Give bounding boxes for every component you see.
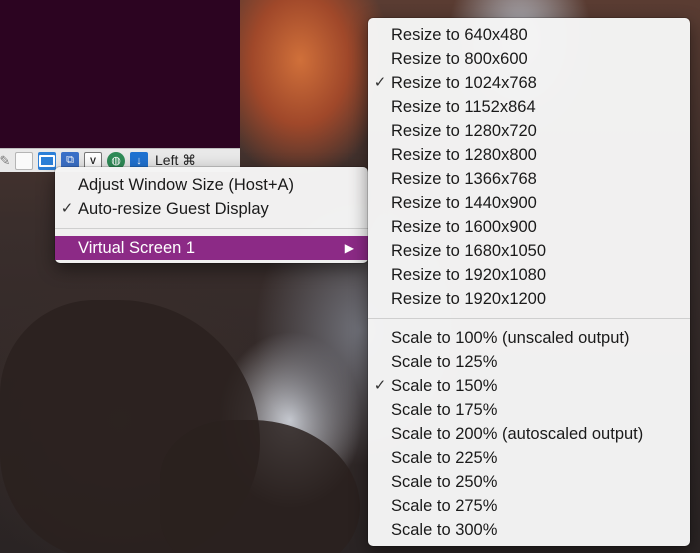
menu-item-label: Resize to 1280x720: [391, 122, 537, 140]
menu-item-label: Scale to 225%: [391, 449, 498, 467]
menu-item-label: Scale to 250%: [391, 473, 498, 491]
menu-item-label: Scale to 175%: [391, 401, 498, 419]
menu-item-virtual-screen-1[interactable]: Virtual Screen 1 ▶: [55, 236, 368, 260]
menu-item-label: Resize to 640x480: [391, 26, 528, 44]
menu-item-resize-8[interactable]: Resize to 1600x900: [368, 215, 690, 239]
menu-item-label: Scale to 125%: [391, 353, 498, 371]
menu-item-scale-4[interactable]: Scale to 200% (autoscaled output): [368, 422, 690, 446]
menu-item-resize-9[interactable]: Resize to 1680x1050: [368, 239, 690, 263]
pencil-icon[interactable]: ✎: [0, 152, 10, 170]
menu-item-resize-5[interactable]: Resize to 1280x800: [368, 143, 690, 167]
menu-item-scale-1[interactable]: Scale to 125%: [368, 350, 690, 374]
menu-item-label: Resize to 1024x768: [391, 74, 537, 92]
menu-item-label: Adjust Window Size (Host+A): [78, 176, 294, 194]
check-icon: ✓: [60, 200, 74, 217]
menu-item-label: Virtual Screen 1: [78, 239, 196, 257]
menu-item-resize-0[interactable]: Resize to 640x480: [368, 23, 690, 47]
menu-item-resize-6[interactable]: Resize to 1366x768: [368, 167, 690, 191]
menu-item-resize-7[interactable]: Resize to 1440x900: [368, 191, 690, 215]
virtual-screen-submenu: Resize to 640x480 Resize to 800x600 ✓ Resiz…: [368, 18, 690, 546]
menu-item-label: Scale to 100% (unscaled output): [391, 329, 630, 347]
menu-item-scale-0[interactable]: Scale to 100% (unscaled output): [368, 326, 690, 350]
menu-item-label: Resize to 800x600: [391, 50, 528, 68]
menu-item-label: Resize to 1920x1080: [391, 266, 547, 284]
menu-item-label: Auto-resize Guest Display: [78, 200, 269, 218]
menu-item-auto-resize[interactable]: ✓ Auto-resize Guest Display: [55, 197, 368, 221]
check-icon: ✓: [373, 377, 387, 394]
menu-separator: [368, 318, 690, 319]
menu-item-label: Resize to 1366x768: [391, 170, 537, 188]
menu-item-label: Scale to 150%: [391, 377, 498, 395]
menu-item-label: Resize to 1152x864: [391, 98, 536, 116]
menu-item-scale-5[interactable]: Scale to 225%: [368, 446, 690, 470]
wallpaper-rock: [160, 420, 360, 553]
screen-icon[interactable]: [38, 151, 56, 170]
menu-item-label: Scale to 200% (autoscaled output): [391, 425, 644, 443]
menu-item-label: Resize to 1280x800: [391, 146, 537, 164]
menu-item-label: Resize to 1600x900: [391, 218, 537, 236]
vm-guest-display[interactable]: [0, 0, 240, 148]
menu-item-label: Resize to 1920x1200: [391, 290, 547, 308]
resize-options-group: Resize to 640x480 Resize to 800x600 ✓ Resiz…: [368, 23, 690, 311]
menu-item-resize-1[interactable]: Resize to 800x600: [368, 47, 690, 71]
view-menu: Adjust Window Size (Host+A) ✓ Auto-resiz…: [55, 167, 368, 263]
menu-item-scale-7[interactable]: Scale to 275%: [368, 494, 690, 518]
menu-item-resize-3[interactable]: Resize to 1152x864: [368, 95, 690, 119]
menu-separator: [55, 228, 368, 229]
menu-item-scale-3[interactable]: Scale to 175%: [368, 398, 690, 422]
menu-item-scale-6[interactable]: Scale to 250%: [368, 470, 690, 494]
menu-item-adjust-window-size[interactable]: Adjust Window Size (Host+A): [55, 173, 368, 197]
menu-item-label: Resize to 1680x1050: [391, 242, 547, 260]
menu-item-resize-10[interactable]: Resize to 1920x1080: [368, 263, 690, 287]
blank-disk-icon[interactable]: [15, 151, 33, 170]
menu-item-resize-2[interactable]: ✓ Resize to 1024x768: [368, 71, 690, 95]
menu-item-label: Resize to 1440x900: [391, 194, 537, 212]
menu-item-label: Scale to 275%: [391, 497, 498, 515]
submenu-arrow-icon: ▶: [344, 241, 354, 255]
menu-item-resize-4[interactable]: Resize to 1280x720: [368, 119, 690, 143]
scale-options-group: Scale to 100% (unscaled output) Scale to …: [368, 326, 690, 542]
menu-item-scale-2[interactable]: ✓ Scale to 150%: [368, 374, 690, 398]
menu-item-label: Scale to 300%: [391, 521, 498, 539]
menu-item-scale-8[interactable]: Scale to 300%: [368, 518, 690, 542]
check-icon: ✓: [373, 74, 387, 91]
menu-item-resize-11[interactable]: Resize to 1920x1200: [368, 287, 690, 311]
